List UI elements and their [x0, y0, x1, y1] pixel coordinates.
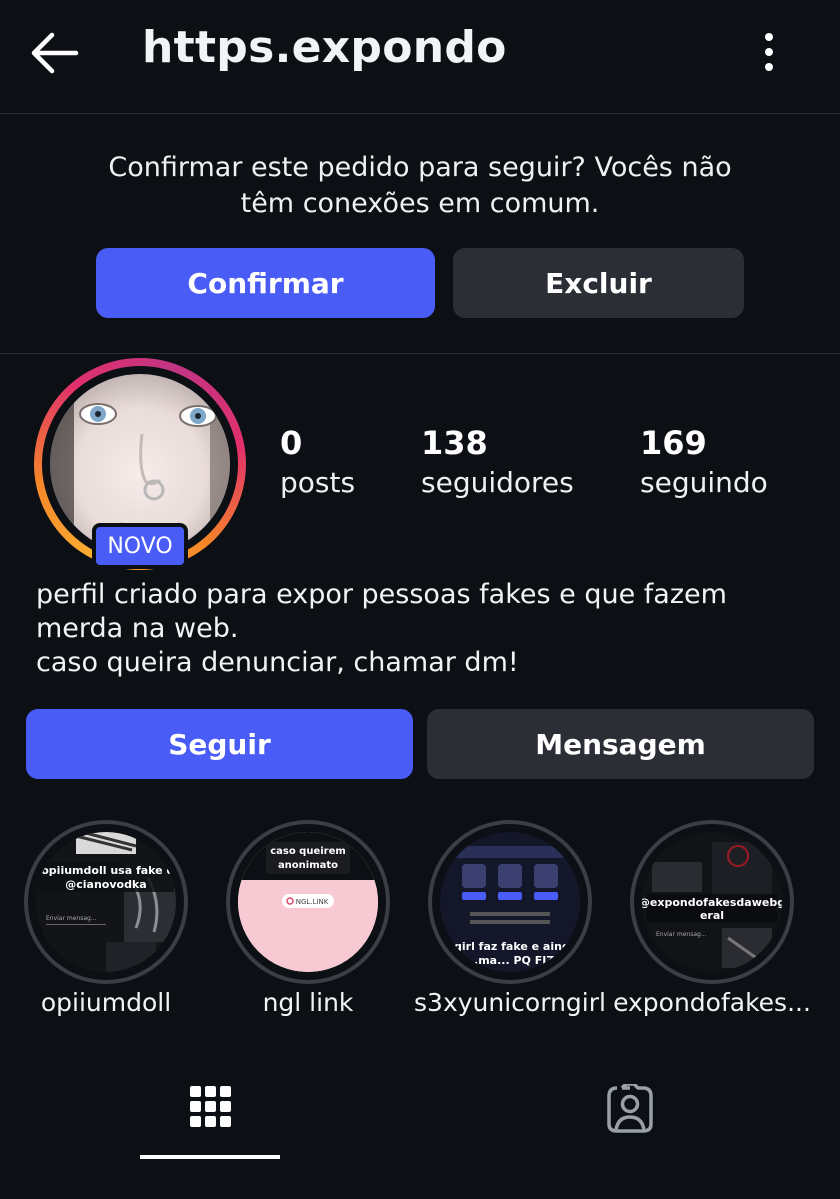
highlight-cover: @expondofakesdawebg eral Enviar mensag..…: [642, 832, 782, 972]
bio-line: perfil criado para expor pessoas fakes e…: [36, 579, 727, 610]
stat-label: seguidores: [421, 466, 574, 499]
bio-line: caso queira denunciar, chamar dm!: [36, 647, 519, 678]
profile-username-title: https.expondo: [142, 22, 507, 73]
message-button[interactable]: Mensagem: [427, 709, 814, 779]
svg-text:@expondofakesdawebg: @expondofakesdawebg: [642, 896, 782, 909]
highlight-cover: a girl faz fake e ainda ...ma... PQ FIZ: [440, 832, 580, 972]
svg-text:a girl faz fake e ainda: a girl faz fake e ainda: [443, 940, 578, 953]
more-options-button[interactable]: [752, 30, 786, 76]
svg-text:@cianovodka: @cianovodka: [65, 878, 146, 891]
highlight-cover: @opiiumdoll usa fake da @cianovodka Envi…: [36, 832, 176, 972]
highlight-opiiumdoll[interactable]: @opiiumdoll usa fake da @cianovodka Envi…: [24, 820, 188, 984]
stat-value: 0: [280, 424, 303, 462]
bio-line: merda na web.: [36, 613, 239, 644]
highlight-s3xyunicorngirl[interactable]: a girl faz fake e ainda ...ma... PQ FIZ: [428, 820, 592, 984]
highlight-label: expondofakes...: [613, 988, 811, 1017]
vertical-dots-icon: [765, 33, 773, 71]
follow-request-message: Confirmar este pedido para seguir? Vocês…: [60, 150, 780, 222]
tab-tagged[interactable]: [560, 1060, 700, 1155]
stat-followers[interactable]: 138 seguidores: [421, 424, 574, 499]
svg-text:Enviar mensag...: Enviar mensag...: [46, 915, 97, 922]
svg-text:@opiiumdoll usa fake da: @opiiumdoll usa fake da: [36, 864, 176, 877]
header-divider: [0, 113, 840, 114]
highlight-label: opiiumdoll: [40, 988, 172, 1017]
stat-posts[interactable]: 0 posts: [280, 424, 355, 499]
arrow-left-icon: [31, 32, 79, 74]
new-badge: NOVO: [92, 523, 188, 569]
follow-request-message-line: Confirmar este pedido para seguir? Vocês…: [108, 152, 732, 183]
confirm-request-button[interactable]: Confirmar: [96, 248, 435, 318]
svg-text:caso queirem: caso queirem: [270, 846, 346, 857]
active-tab-indicator: [140, 1155, 280, 1159]
highlight-label: ngl link: [262, 988, 354, 1017]
stat-label: seguindo: [640, 466, 768, 499]
back-button[interactable]: [26, 28, 82, 78]
follow-button[interactable]: Seguir: [26, 709, 413, 779]
highlight-cover: caso queirem anonimato NGL.LINK: [238, 832, 378, 972]
follow-request-message-line: têm conexões em comum.: [240, 188, 600, 219]
stat-following[interactable]: 169 seguindo: [640, 424, 768, 499]
svg-text:NGL.LINK: NGL.LINK: [296, 898, 329, 906]
delete-request-button[interactable]: Excluir: [453, 248, 744, 318]
tagged-person-icon: [607, 1084, 653, 1133]
stat-value: 138: [421, 424, 488, 462]
grid-icon: [190, 1086, 231, 1127]
svg-text:Enviar mensag...: Enviar mensag...: [656, 931, 707, 938]
svg-text:anonimato: anonimato: [278, 860, 338, 871]
stat-label: posts: [280, 466, 356, 499]
stat-value: 169: [640, 424, 707, 462]
request-divider: [0, 353, 840, 354]
profile-bio: perfil criado para expor pessoas fakes e…: [36, 578, 816, 680]
highlight-label: s3xyunicorngirl: [414, 988, 606, 1017]
tab-posts-grid[interactable]: [140, 1060, 280, 1155]
highlight-ngl-link[interactable]: caso queirem anonimato NGL.LINK: [226, 820, 390, 984]
highlight-expondofakes[interactable]: @expondofakesdawebg eral Enviar mensag..…: [630, 820, 794, 984]
svg-text:eral: eral: [700, 909, 724, 922]
